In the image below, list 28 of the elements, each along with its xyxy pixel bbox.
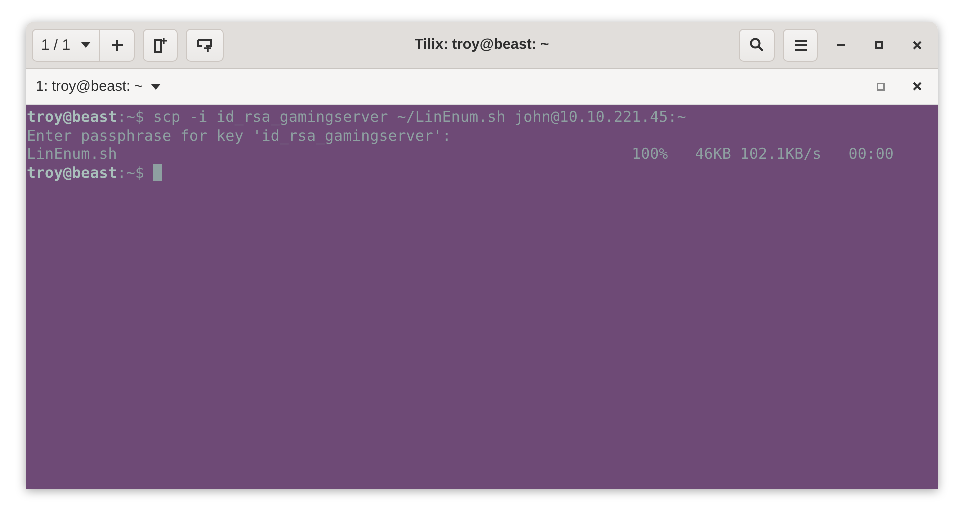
prompt-path: :~$ (117, 108, 144, 126)
prompt-user-host: troy@beast (27, 108, 118, 126)
prompt-path: :~$ (117, 164, 144, 182)
command-text: scp -i id_rsa_gamingserver ~/LinEnum.sh john@10.10.221.45:~ (153, 108, 686, 126)
minimize-icon (837, 44, 845, 46)
session-switcher-button[interactable]: 1 / 1 (32, 28, 100, 62)
prompt-user-host: troy@beast (27, 164, 118, 182)
transfer-stats: 100% 46KB 102.1KB/s 00:00 (632, 145, 894, 164)
split-vertical-button[interactable] (143, 28, 178, 62)
split-vertical-icon (154, 38, 167, 52)
close-icon (912, 40, 922, 50)
search-icon (750, 38, 764, 52)
menu-icon (794, 40, 806, 50)
split-horizontal-icon (197, 38, 213, 52)
output-text: Enter passphrase for key 'id_rsa_gamingserver': (27, 126, 452, 145)
window-title: Tilix: troy@beast: ~ (414, 37, 550, 53)
menu-button[interactable] (783, 28, 818, 62)
caret-icon (151, 84, 162, 90)
caret-icon (80, 42, 91, 48)
close-icon (912, 82, 922, 91)
maximize-icon (877, 82, 885, 90)
search-button[interactable] (739, 28, 775, 62)
file-name: LinEnum.sh (27, 145, 118, 163)
split-horizontal-button[interactable] (186, 28, 224, 62)
add-session-button[interactable] (100, 28, 135, 62)
maximize-icon (875, 41, 883, 49)
terminal-title-menu[interactable]: 1: troy@beast: ~ (30, 78, 168, 94)
plus-icon (112, 40, 122, 50)
